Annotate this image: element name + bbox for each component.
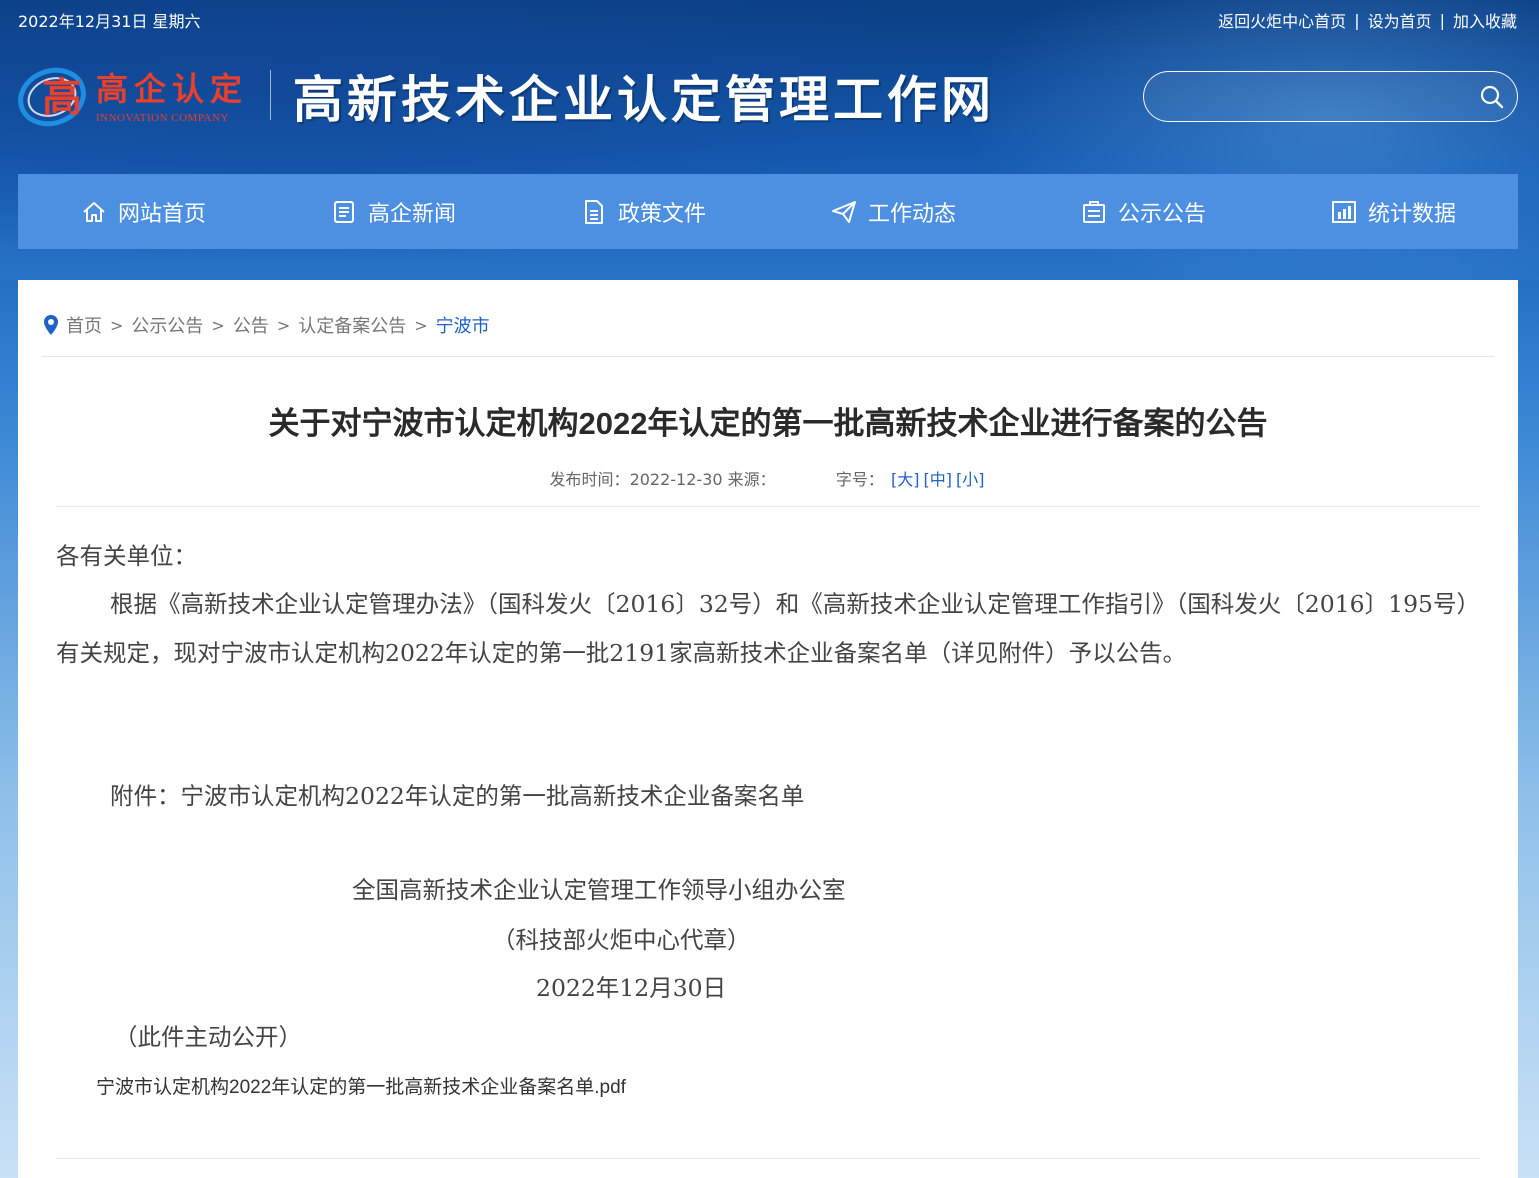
breadcrumb-separator: > [414,315,428,335]
svg-text:高: 高 [42,74,82,121]
chart-icon [1331,200,1356,223]
news-icon [333,200,354,223]
font-size-label: 字号： [835,470,884,489]
logo-emblem-icon: 高 [18,59,88,129]
search-box [1143,71,1518,122]
current-date: 2022年12月31日 星期六 [18,12,201,31]
divider [56,506,1480,507]
search-icon[interactable] [1479,84,1505,110]
separator: | [1439,10,1445,30]
logo-divider [270,70,271,120]
nav-label: 高企新闻 [367,201,456,227]
link-add-favorite[interactable]: 加入收藏 [1453,8,1517,32]
disclosure-note: （此件主动公开） [114,1023,302,1051]
breadcrumb-announcement[interactable]: 公告 [233,312,269,338]
source-label: 来源： [727,470,776,489]
breadcrumb-filing[interactable]: 认定备案公告 [298,312,406,338]
divider [56,1158,1480,1159]
separator: | [1354,10,1360,30]
breadcrumb-separator: > [276,315,291,335]
article-title: 关于对宁波市认定机构2022年认定的第一批高新技术企业进行备案的公告 [268,406,1268,441]
location-pin-icon [44,315,58,335]
breadcrumb-separator: > [211,315,225,335]
article-body: 根据《高新技术企业认定管理办法》（国科发火〔2016〕32号）和《高新技术企业认… [56,590,1480,667]
nav-label: 公示公告 [1117,201,1206,227]
nav-label: 工作动态 [867,201,956,227]
logo-name-cn: 高企认定 [96,70,249,108]
breadcrumb-notices[interactable]: 公示公告 [131,312,203,338]
link-set-homepage[interactable]: 设为首页 [1368,8,1432,32]
main-nav: 网站首页 高企新闻 政策文件 工作动态 公示公告 统计数据 [18,174,1518,249]
article-meta: 发布时间：2022-12-30 来源： 字号： [大] [中] [小] [18,466,1518,490]
attachment-line: 附件：宁波市认定机构2022年认定的第一批高新技术企业备案名单 [110,782,805,810]
notice-icon [1082,200,1105,223]
signature-date: 2022年12月30日 [536,974,727,1002]
breadcrumb-current[interactable]: 宁波市 [436,312,490,338]
content-panel: 首页 > 公示公告 > 公告 > 认定备案公告 > 宁波市 关于对宁波市认定机构… [18,280,1518,1178]
font-size-large[interactable]: [大] [891,470,920,489]
nav-label: 网站首页 [117,201,206,227]
breadcrumb-separator: > [110,315,124,335]
paper-plane-icon [831,200,856,223]
document-icon [584,199,603,224]
greeting: 各有关单位： [56,542,197,570]
publish-date: 2022-12-30 [629,470,723,489]
nav-policy[interactable]: 政策文件 [518,174,768,249]
site-logo[interactable]: 高 高企认定 INNOVATION COMPANY [18,56,248,132]
divider [42,356,1494,357]
nav-home[interactable]: 网站首页 [18,174,268,249]
nav-label: 政策文件 [617,201,706,227]
font-size-small[interactable]: [小] [956,470,985,489]
logo-name-en: INNOVATION COMPANY [96,112,229,124]
home-icon [83,201,105,222]
site-header: 2022年12月31日 星期六 返回火炬中心首页 | 设为首页 | 加入收藏 高… [0,0,1539,280]
nav-work[interactable]: 工作动态 [768,174,1018,249]
nav-label: 统计数据 [1367,201,1456,227]
signature-seal: （科技部火炬中心代章） [492,926,751,954]
font-size-medium[interactable]: [中] [923,470,952,489]
breadcrumb: 首页 > 公示公告 > 公告 > 认定备案公告 > 宁波市 [42,312,490,338]
link-torch-home[interactable]: 返回火炬中心首页 [1218,8,1346,32]
site-title: 高新技术企业认定管理工作网 [293,70,995,129]
search-input[interactable] [1162,82,1462,112]
nav-notice[interactable]: 公示公告 [1018,174,1268,249]
breadcrumb-home[interactable]: 首页 [66,312,102,338]
signature-org: 全国高新技术企业认定管理工作领导小组办公室 [352,876,846,904]
top-links: 返回火炬中心首页 | 设为首页 | 加入收藏 [1218,8,1517,32]
nav-news[interactable]: 高企新闻 [268,174,518,249]
attachment-download-link[interactable]: 宁波市认定机构2022年认定的第一批高新技术企业备案名单.pdf [96,1072,626,1099]
publish-label: 发布时间： [549,470,630,489]
nav-statistics[interactable]: 统计数据 [1268,174,1518,249]
